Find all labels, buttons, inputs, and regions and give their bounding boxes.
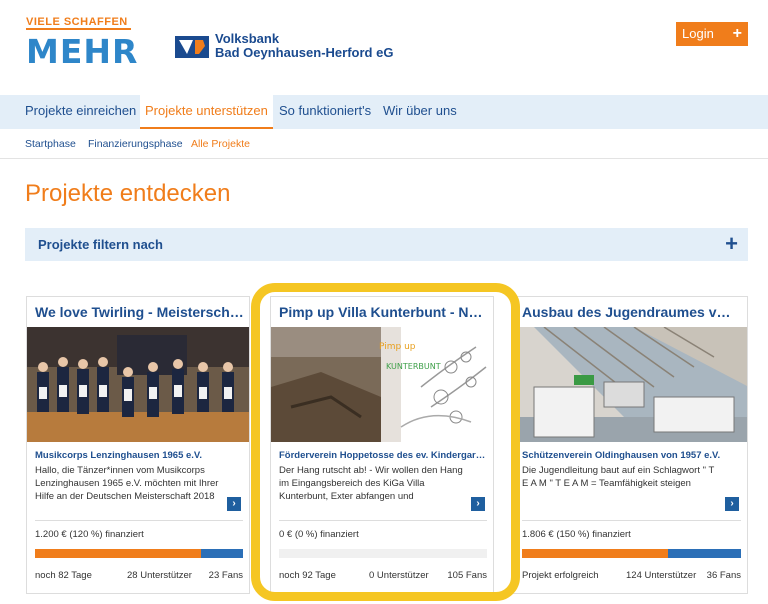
funding-status: 1.200 € (120 %) finanziert <box>35 529 144 540</box>
card-divider <box>522 520 741 521</box>
bank-name: Volksbank Bad Oeynhausen-Herford eG <box>215 32 393 60</box>
chevron-right-icon[interactable]: › <box>725 497 739 511</box>
nav-projekte-einreichen[interactable]: Projekte einreichen <box>25 95 136 129</box>
project-title[interactable]: Ausbau des Jugendraumes vom… <box>522 304 732 320</box>
project-description: Hallo, die Tänzer*innen vom Musikcorps L… <box>35 465 219 502</box>
logo-tagline: VIELE SCHAFFEN <box>26 16 131 30</box>
subnav-alle-projekte[interactable]: Alle Projekte <box>191 138 250 150</box>
project-image-twirling[interactable] <box>27 327 249 442</box>
card-divider <box>35 520 243 521</box>
nav-projekte-unterstuetzen[interactable]: Projekte unterstützen <box>140 95 273 129</box>
progress-fill-extra <box>668 549 741 558</box>
days-remaining: Projekt erfolgreich <box>522 570 599 581</box>
page-title: Projekte entdecken <box>25 180 231 207</box>
viele-schaffen-mehr-logo[interactable]: VIELE SCHAFFEN MEHR <box>26 16 161 71</box>
project-image-jugendraum[interactable] <box>514 327 747 442</box>
kunterbunt-photo: Pimp up KUNTERBUNT <box>271 327 493 442</box>
project-card[interactable]: Pimp up Villa Kunterbunt - NEU… Pimp up … <box>270 296 494 594</box>
project-organization[interactable]: Förderverein Hoppetosse des ev. Kinderga… <box>279 450 489 461</box>
chevron-right-icon[interactable]: › <box>227 497 241 511</box>
supporter-count: 28 Unterstützer <box>127 570 192 581</box>
expand-plus-icon[interactable]: + <box>725 231 738 257</box>
subnav-finanzierungsphase[interactable]: Finanzierungsphase <box>88 138 183 150</box>
site-header: VIELE SCHAFFEN MEHR Volksbank Bad Oeynha… <box>0 0 768 95</box>
days-remaining: noch 82 Tage <box>35 570 92 581</box>
supporter-count: 0 Unterstützer <box>369 570 429 581</box>
progress-fill-extra <box>201 549 243 558</box>
login-button[interactable]: Login + <box>676 22 748 46</box>
project-image-kunterbunt[interactable]: Pimp up KUNTERBUNT <box>271 327 493 442</box>
login-label: Login <box>682 26 714 41</box>
logo-word: MEHR <box>26 32 139 71</box>
svg-text:KUNTERBUNT: KUNTERBUNT <box>386 362 441 371</box>
bank-name-line1: Volksbank <box>215 31 280 46</box>
funding-progress-bar <box>279 549 487 558</box>
fan-count: 23 Fans <box>208 570 243 581</box>
funding-progress-bar <box>522 549 741 558</box>
project-card[interactable]: Ausbau des Jugendraumes vom… Schützenver… <box>513 296 748 594</box>
funding-status: 0 € (0 %) finanziert <box>279 529 359 540</box>
bank-name-line2: Bad Oeynhausen-Herford eG <box>215 45 394 60</box>
supporter-count: 124 Unterstützer <box>626 570 697 581</box>
project-organization[interactable]: Schützenverein Oldinghausen von 1957 e.V… <box>522 450 732 461</box>
svg-text:Pimp up: Pimp up <box>379 342 416 352</box>
progress-fill-funded <box>35 549 201 558</box>
nav-so-funktionierts[interactable]: So funktioniert's <box>279 95 371 129</box>
project-title[interactable]: Pimp up Villa Kunterbunt - NEU… <box>279 304 489 320</box>
funding-status: 1.806 € (150 %) finanziert <box>522 529 631 540</box>
card-divider <box>279 520 487 521</box>
plus-icon: + <box>732 25 742 42</box>
project-card[interactable]: We love Twirling - Meisterschaft… Musikc… <box>26 296 250 594</box>
sub-navigation: Startphase Finanzierungsphase Alle Proje… <box>0 129 768 159</box>
nav-wir-ueber-uns[interactable]: Wir über uns <box>383 95 457 129</box>
attic-render <box>514 327 747 442</box>
project-organization[interactable]: Musikcorps Lenzinghausen 1965 e.V. <box>35 450 245 461</box>
filter-toggle[interactable]: Projekte filtern nach + <box>25 228 748 261</box>
progress-fill-funded <box>522 549 668 558</box>
subnav-startphase[interactable]: Startphase <box>25 138 76 150</box>
main-navigation: Projekte einreichen Projekte unterstütze… <box>0 95 768 129</box>
volksbank-icon <box>175 36 209 58</box>
project-description: Der Hang rutscht ab! - Wir wollen den Ha… <box>279 465 463 502</box>
fan-count: 105 Fans <box>447 570 487 581</box>
filter-label: Projekte filtern nach <box>38 237 163 252</box>
funding-progress-bar <box>35 549 243 558</box>
project-description: Die Jugendleitung baut auf ein Schlagwor… <box>522 465 715 489</box>
chevron-right-icon[interactable]: › <box>471 497 485 511</box>
twirling-photo <box>27 327 249 442</box>
project-title[interactable]: We love Twirling - Meisterschaft… <box>35 304 245 320</box>
days-remaining: noch 92 Tage <box>279 570 336 581</box>
fan-count: 36 Fans <box>706 570 741 581</box>
